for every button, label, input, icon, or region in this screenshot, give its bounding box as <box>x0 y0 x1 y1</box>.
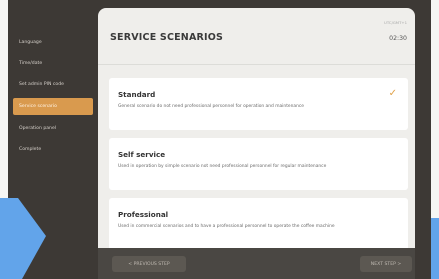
sidebar-item-service-scenario[interactable]: Service scenario <box>13 98 93 115</box>
option-description: Used in operation by simple scenario not… <box>118 164 327 169</box>
option-title: Self service <box>118 150 166 159</box>
sidebar-item-time-date[interactable]: Time/date <box>13 55 93 72</box>
main-panel: SERVICE SCENARIOS UTC/GMT+1 02:30 Standa… <box>98 8 415 279</box>
option-card-self-service[interactable]: Self service Used in operation by simple… <box>109 138 408 190</box>
footer-bar: < PREVIOUS STEP NEXT STEP > <box>98 248 415 279</box>
header-divider <box>98 64 415 65</box>
option-card-standard[interactable]: Standard General scenario do not need pr… <box>109 78 408 130</box>
option-title: Standard <box>118 90 156 99</box>
sidebar-item-operation-panel[interactable]: Operation panel <box>13 120 93 137</box>
option-description: Used in commercial scenarios and to have… <box>118 224 335 229</box>
sidebar-item-language[interactable]: Language <box>13 34 93 51</box>
option-card-professional[interactable]: Professional Used in commercial scenario… <box>109 198 408 250</box>
arrow-left-icon <box>431 218 439 279</box>
timezone-label: UTC/GMT+1 <box>384 20 407 25</box>
checkmark-icon: ✓ <box>388 88 397 99</box>
arrow-right-icon <box>0 198 46 279</box>
page-title: SERVICE SCENARIOS <box>110 32 224 43</box>
option-description: General scenario do not need professiona… <box>118 104 304 109</box>
next-step-button[interactable]: NEXT STEP > <box>360 256 412 272</box>
clock-time: 02:30 <box>389 35 407 42</box>
sidebar-item-complete[interactable]: Complete <box>13 141 93 158</box>
sidebar-item-admin-pin[interactable]: Set admin PIN code <box>13 76 93 93</box>
device-screen: Language Time/date Set admin PIN code Se… <box>8 0 431 279</box>
previous-step-button[interactable]: < PREVIOUS STEP <box>112 256 186 272</box>
option-title: Professional <box>118 210 169 219</box>
